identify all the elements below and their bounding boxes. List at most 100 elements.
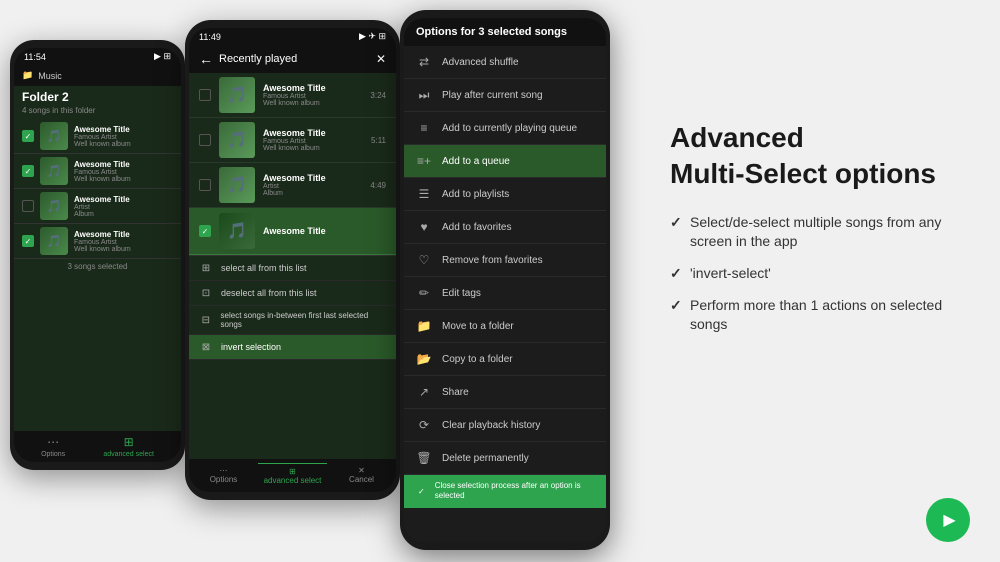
album-art: 🎵 [219, 77, 255, 113]
edit-tags-item[interactable]: ✏ Edit tags [404, 277, 606, 310]
back-header-label: Music [38, 71, 62, 81]
checkbox-empty[interactable] [199, 89, 211, 101]
select-all-icon: ⊞ [199, 261, 213, 275]
deselect-all-menu-item[interactable]: ⊡ deselect all from this list [189, 281, 396, 306]
list-item[interactable]: 🎵 Awesome Title Artist Album [14, 189, 181, 224]
front-menu-title: Options for 3 selected songs [404, 18, 606, 46]
mid-time: 11:49 [199, 32, 221, 42]
checkbox-empty[interactable] [199, 179, 211, 191]
album-art: 🎵 [40, 192, 68, 220]
close-icon[interactable]: ✕ [376, 52, 386, 66]
list-item[interactable]: 🎵 Awesome Title Famous Artist Well known… [189, 118, 396, 163]
list-item[interactable]: 🎵 Awesome Title Artist Album 4:49 [189, 163, 396, 208]
list-item[interactable]: ✓ 🎵 Awesome Title Famous Artist Well kno… [14, 224, 181, 259]
selected-song-info: Awesome Title [263, 226, 386, 236]
cancel-icon: ✕ [330, 466, 393, 475]
queue-icon: ≡ [416, 120, 432, 136]
shuffle-icon: ⇄ [416, 54, 432, 70]
back-icon[interactable]: ← [199, 51, 213, 67]
folder-move-icon: 📁 [416, 318, 432, 334]
back-phone: 11:54 ▶ ⊞ 📁 Music Folder 2 4 songs in th… [10, 40, 185, 470]
mid-header-label: Recently played [219, 53, 370, 65]
album-art: 🎵 [40, 122, 68, 150]
move-to-folder-item[interactable]: 📁 Move to a folder [404, 310, 606, 343]
checkbox-selected[interactable]: ✓ [199, 225, 211, 237]
info-bullets: Select/de-select multiple songs from any… [670, 213, 970, 335]
selected-song-row[interactable]: ✓ 🎵 Awesome Title [189, 208, 396, 255]
checkbox[interactable]: ✓ [22, 165, 34, 177]
back-header: 📁 Music [14, 65, 181, 86]
close-after-action-label: Close selection process after an option … [435, 481, 594, 502]
tag-icon: ✏ [416, 285, 432, 301]
advanced-shuffle-item[interactable]: ⇄ Advanced shuffle [404, 46, 606, 79]
close-after-action-checkbox[interactable]: ✓ [416, 485, 427, 497]
select-between-icon: ⊟ [199, 313, 213, 327]
album-art: 🎵 [219, 122, 255, 158]
back-folder-title: Folder 2 [14, 86, 181, 106]
options-tab[interactable]: ⋯ Options [41, 435, 65, 458]
add-to-queue-item[interactable]: ≡+ Add to a queue [404, 145, 606, 178]
front-phone-screen: Options for 3 selected songs ⇄ Advanced … [404, 18, 606, 542]
front-phone: Options for 3 selected songs ⇄ Advanced … [400, 10, 610, 550]
play-after-item[interactable]: ⏭ Play after current song [404, 79, 606, 112]
selected-count: 3 songs selected [14, 259, 181, 274]
back-phone-screen: 11:54 ▶ ⊞ 📁 Music Folder 2 4 songs in th… [14, 48, 181, 462]
add-to-favorites-item[interactable]: ♥ Add to favorites [404, 211, 606, 244]
song-info: Awesome Title Artist Album [74, 195, 173, 218]
album-art: 🎵 [40, 227, 68, 255]
album-art-selected: 🎵 [219, 213, 255, 249]
mid-phone-screen: 11:49 ▶ ✈ ⊞ ← Recently played ✕ 🎵 Awesom… [189, 28, 396, 492]
app-logo[interactable] [926, 498, 970, 542]
playlist-icon: ☰ [416, 186, 432, 202]
add-to-queue-playing-item[interactable]: ≡ Add to currently playing queue [404, 112, 606, 145]
delete-permanently-item[interactable]: 🗑 Delete permanently [404, 442, 606, 475]
checkbox-empty[interactable] [199, 134, 211, 146]
list-item[interactable]: ✓ 🎵 Awesome Title Famous Artist Well kno… [14, 154, 181, 189]
add-to-playlists-item[interactable]: ☰ Add to playlists [404, 178, 606, 211]
close-after-action-row[interactable]: ✓ Close selection process after an optio… [404, 475, 606, 508]
remove-from-favorites-item[interactable]: ♡ Remove from favorites [404, 244, 606, 277]
clear-history-item[interactable]: ⟳ Clear playback history [404, 409, 606, 442]
song-info: Awesome Title Artist Album [263, 173, 362, 197]
info-panel: Advanced Multi-Select options Select/de-… [670, 120, 970, 347]
invert-menu-item[interactable]: ⊠ invert selection [189, 335, 396, 360]
album-art: 🎵 [40, 157, 68, 185]
bullet-2: 'invert-select' [670, 264, 970, 284]
heart-empty-icon: ♡ [416, 252, 432, 268]
bullet-3: Perform more than 1 actions on selected … [670, 296, 970, 335]
back-status-bar: 11:54 ▶ ⊞ [14, 48, 181, 65]
options-icon: ⋯ [47, 435, 59, 449]
share-icon: ↗ [416, 384, 432, 400]
heart-icon: ♥ [416, 219, 432, 235]
advanced-icon: ⊞ [261, 467, 324, 476]
mid-options-tab[interactable]: ⋯ Options [189, 463, 258, 488]
mid-phone: 11:49 ▶ ✈ ⊞ ← Recently played ✕ 🎵 Awesom… [185, 20, 400, 500]
options-icon: ⋯ [192, 466, 255, 475]
back-bottom-bar: ⋯ Options ⊞ advanced select [14, 431, 181, 462]
trash-icon: 🗑 [416, 450, 432, 466]
checkbox[interactable]: ✓ [22, 235, 34, 247]
checkbox[interactable]: ✓ [22, 130, 34, 142]
advanced-select-menu: ⊞ select all from this list ⊡ deselect a… [189, 255, 396, 360]
add-queue-icon: ≡+ [416, 153, 432, 169]
checkbox-empty[interactable] [22, 200, 34, 212]
advanced-select-icon: ⊞ [124, 435, 134, 449]
mid-advanced-tab[interactable]: ⊞ advanced select [258, 463, 327, 488]
back-time: 11:54 [24, 52, 46, 62]
play-next-icon: ⏭ [416, 87, 432, 103]
list-item[interactable]: 🎵 Awesome Title Famous Artist Well known… [189, 73, 396, 118]
song-info: Awesome Title Famous Artist Well known a… [74, 230, 173, 253]
mid-cancel-tab[interactable]: ✕ Cancel [327, 463, 396, 488]
select-between-menu-item[interactable]: ⊟ select songs in-between first last sel… [189, 306, 396, 335]
mid-bottom-tabs: ⋯ Options ⊞ advanced select ✕ Cancel [189, 459, 396, 492]
song-info: Awesome Title Famous Artist Well known a… [263, 128, 363, 152]
copy-to-folder-item[interactable]: 📂 Copy to a folder [404, 343, 606, 376]
advanced-select-tab[interactable]: ⊞ advanced select [103, 435, 154, 458]
select-all-menu-item[interactable]: ⊞ select all from this list [189, 256, 396, 281]
mid-status-bar: 11:49 ▶ ✈ ⊞ [189, 28, 396, 45]
deselect-all-icon: ⊡ [199, 286, 213, 300]
history-icon: ⟳ [416, 417, 432, 433]
song-info: Awesome Title Famous Artist Well known a… [74, 160, 173, 183]
share-item[interactable]: ↗ Share [404, 376, 606, 409]
list-item[interactable]: ✓ 🎵 Awesome Title Famous Artist Well kno… [14, 119, 181, 154]
